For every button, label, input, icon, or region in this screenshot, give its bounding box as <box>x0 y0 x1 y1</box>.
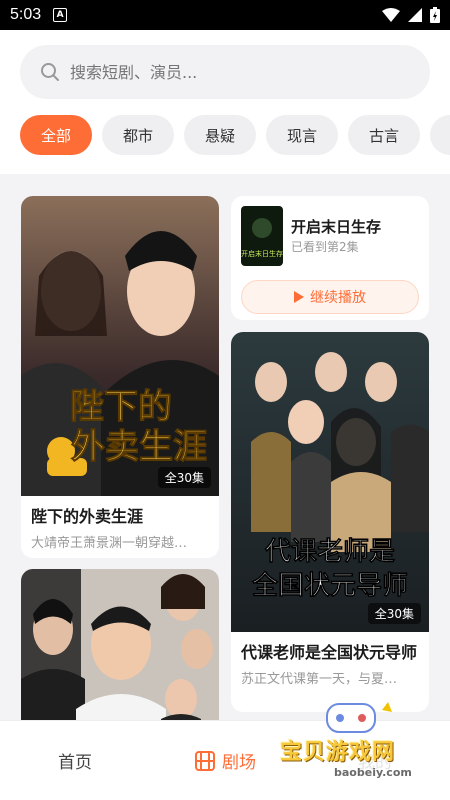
thumbnail-text: 开启末日生存 <box>241 249 283 258</box>
continue-watching-progress: 已看到第2集 <box>291 240 359 254</box>
nav-home[interactable]: 首页 <box>0 748 150 773</box>
tab-more[interactable] <box>430 115 450 155</box>
poster-image: 陛下的 外卖生涯 <box>21 196 219 496</box>
drama-description: 苏正文代课第一天，与夏… <box>241 672 398 687</box>
tab-suspense[interactable]: 悬疑 <box>184 115 256 155</box>
tab-ancient-romance[interactable]: 古言 <box>348 115 420 155</box>
drama-card[interactable]: 陛下的 外卖生涯 全30集 陛下的外卖生涯 大靖帝王萧景渊一朝穿越… <box>21 196 219 558</box>
watermark: 宝贝游戏网 baobeiy.com <box>272 700 442 795</box>
search-input[interactable] <box>70 62 370 82</box>
tab-urban[interactable]: 都市 <box>102 115 174 155</box>
continue-play-label: 继续播放 <box>310 290 366 306</box>
category-tabs: 全部 都市 悬疑 现言 古言 <box>20 115 450 155</box>
poster-title-line-1: 陛下的 <box>70 387 172 427</box>
drama-poster: 陛下的 外卖生涯 全30集 <box>21 196 219 496</box>
app-notification-icon: A <box>53 8 68 22</box>
search-bar[interactable] <box>20 45 430 99</box>
poster-title-line-1: 代课老师是 <box>264 537 395 567</box>
film-icon <box>195 750 215 771</box>
continue-watching-card[interactable]: 开启末日生存 开启末日生存 已看到第2集 继续播放 <box>231 196 429 320</box>
signal-icon <box>408 8 422 22</box>
drama-title: 陛下的外卖生涯 <box>31 507 144 526</box>
continue-watching-thumbnail: 开启末日生存 <box>241 206 283 266</box>
poster-image <box>21 569 219 720</box>
continue-play-button[interactable]: 继续播放 <box>241 280 419 314</box>
episode-count-badge: 全30集 <box>157 467 211 488</box>
watermark-url: baobeiy.com <box>334 766 412 779</box>
tab-modern-romance[interactable]: 现言 <box>266 115 338 155</box>
drama-title: 代课老师是全国状元导师 <box>241 643 418 662</box>
battery-icon <box>430 7 440 23</box>
status-bar: 5:03 A <box>0 0 450 30</box>
drama-feed: 陛下的 外卖生涯 全30集 陛下的外卖生涯 大靖帝王萧景渊一朝穿越… 开启末日生… <box>0 174 450 720</box>
nav-home-label: 首页 <box>58 753 92 773</box>
episode-count-badge: 全30集 <box>367 603 421 624</box>
header: 全部 都市 悬疑 现言 古言 <box>0 30 450 174</box>
thumbnail-image: 开启末日生存 <box>241 206 283 266</box>
tab-all[interactable]: 全部 <box>20 115 92 155</box>
drama-card[interactable]: 代课老师是 全国状元导师 全30集 代课老师是全国状元导师 苏正文代课第一天，与… <box>231 332 429 712</box>
status-time: 5:03 <box>10 6 42 23</box>
continue-watching-title: 开启末日生存 <box>291 218 382 236</box>
search-icon <box>41 63 59 81</box>
poster-title-line-2: 全国状元导师 <box>251 570 408 601</box>
status-icons <box>382 7 440 23</box>
drama-poster <box>21 569 219 720</box>
watermark-title: 宝贝游戏网 <box>280 740 396 765</box>
poster-title-line-2: 外卖生涯 <box>71 427 207 467</box>
drama-poster: 代课老师是 全国状元导师 全30集 <box>231 332 429 632</box>
wifi-icon <box>382 8 400 22</box>
drama-description: 大靖帝王萧景渊一朝穿越… <box>31 536 188 551</box>
poster-image: 代课老师是 全国状元导师 <box>231 332 429 632</box>
play-icon <box>294 291 304 303</box>
drama-card[interactable] <box>21 569 219 720</box>
nav-theater-label: 剧场 <box>222 753 256 773</box>
